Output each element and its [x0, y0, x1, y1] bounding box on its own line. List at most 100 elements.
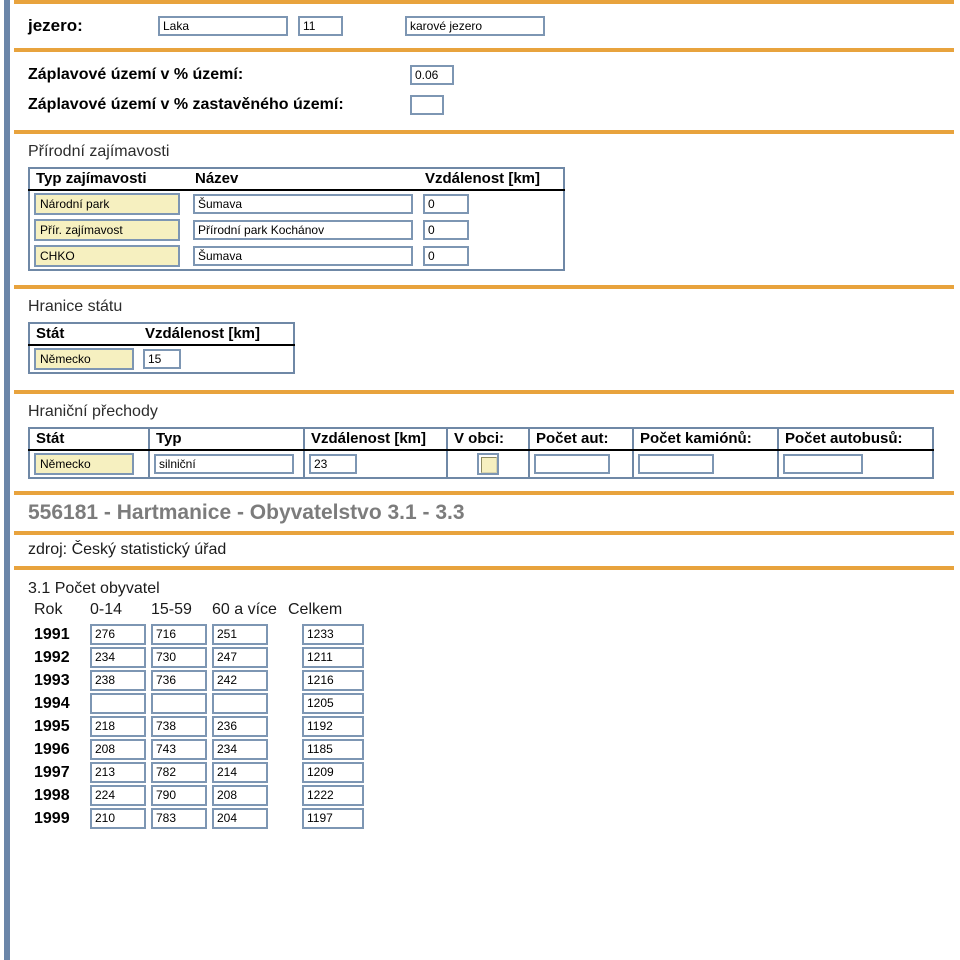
- population-year-cell: 1997: [34, 763, 70, 781]
- population-input-total-6[interactable]: 1209: [302, 762, 364, 783]
- crossings-trucks-input-0[interactable]: [638, 454, 714, 474]
- page-content: jezero: Laka 11 karové jezero Záplavové …: [14, 0, 960, 960]
- nature-type-cell: CHKO: [29, 243, 189, 270]
- population-cell: 730: [151, 646, 212, 669]
- population-input-0-14-6[interactable]: 213: [90, 762, 146, 783]
- population-input-60plus-6[interactable]: 214: [212, 762, 268, 783]
- state-col-state: Stát: [29, 323, 139, 346]
- population-cell: [151, 692, 212, 715]
- population-input-60plus-7[interactable]: 208: [212, 785, 268, 806]
- population-input-total-5[interactable]: 1185: [302, 739, 364, 760]
- population-cell: 236: [212, 715, 288, 738]
- nature-name-input-1[interactable]: Přírodní park Kochánov: [193, 220, 413, 240]
- population-cell: 1197: [288, 807, 364, 830]
- population-input-0-14-7[interactable]: 224: [90, 785, 146, 806]
- nature-dist-cell: 0: [419, 190, 564, 217]
- population-cell: 1192: [288, 715, 364, 738]
- flood-built-row: Záplavové území v % zastavěného území:: [28, 90, 960, 120]
- population-col-0-14: 0-14: [90, 601, 123, 618]
- population-input-60plus-8[interactable]: 204: [212, 808, 268, 829]
- crossings-buses-input-0[interactable]: [783, 454, 863, 474]
- crossings-col-cars: Počet aut:: [529, 428, 634, 451]
- crossings-type-input-0[interactable]: silniční: [154, 454, 294, 474]
- population-input-60plus-2[interactable]: 242: [212, 670, 268, 691]
- population-year-cell: 1994: [34, 694, 70, 712]
- population-input-0-14-1[interactable]: 234: [90, 647, 146, 668]
- population-col-year: Rok: [34, 601, 63, 618]
- population-input-60plus-5[interactable]: 234: [212, 739, 268, 760]
- population-input-total-8[interactable]: 1197: [302, 808, 364, 829]
- population-input-total-3[interactable]: 1205: [302, 693, 364, 714]
- population-input-total-7[interactable]: 1222: [302, 785, 364, 806]
- population-input-total-4[interactable]: 1192: [302, 716, 364, 737]
- table-row: Německo silniční 23: [29, 450, 933, 478]
- population-input-15-59-3[interactable]: [151, 693, 207, 714]
- population-input-15-59-8[interactable]: 783: [151, 808, 207, 829]
- population-input-0-14-2[interactable]: 238: [90, 670, 146, 691]
- flood-block: Záplavové území v % území: 0.06 Záplavov…: [14, 52, 960, 130]
- population-cell: [212, 692, 288, 715]
- lake-name-input[interactable]: Laka: [158, 16, 288, 36]
- population-cell: 214: [212, 761, 288, 784]
- population-cell: 276: [90, 623, 151, 646]
- population-input-total-1[interactable]: 1211: [302, 647, 364, 668]
- table-row: 1994 1205: [28, 692, 364, 715]
- nature-name-input-0[interactable]: Šumava: [193, 194, 413, 214]
- flood-area-label: Záplavové území v % území:: [28, 66, 244, 83]
- population-input-15-59-1[interactable]: 730: [151, 647, 207, 668]
- state-select-0[interactable]: Německo: [34, 348, 134, 370]
- population-input-60plus-0[interactable]: 251: [212, 624, 268, 645]
- crossings-col-buses: Počet autobusů:: [778, 428, 933, 451]
- lake-row: jezero: Laka 11 karové jezero: [14, 4, 960, 48]
- population-input-0-14-0[interactable]: 276: [90, 624, 146, 645]
- population-input-0-14-5[interactable]: 208: [90, 739, 146, 760]
- state-border-table: Stát Vzdálenost [km] Německo 15: [28, 322, 295, 374]
- population-cell: 743: [151, 738, 212, 761]
- nature-type-select-2[interactable]: CHKO: [34, 245, 180, 267]
- state-distance-input-0[interactable]: 15: [143, 349, 181, 369]
- population-table: Rok 0-14 15-59 60 a více Celkem 1991 276…: [28, 601, 364, 830]
- table-row: Německo 15: [29, 345, 294, 373]
- population-input-0-14-4[interactable]: 218: [90, 716, 146, 737]
- population-input-15-59-0[interactable]: 716: [151, 624, 207, 645]
- population-input-60plus-1[interactable]: 247: [212, 647, 268, 668]
- flood-built-input[interactable]: [410, 95, 444, 115]
- nature-distance-input-1[interactable]: 0: [423, 220, 469, 240]
- crossings-trucks-cell: [633, 450, 779, 478]
- lake-number-input[interactable]: 11: [298, 16, 343, 36]
- population-input-total-0[interactable]: 1233: [302, 624, 364, 645]
- population-input-60plus-3[interactable]: [212, 693, 268, 714]
- population-input-15-59-2[interactable]: 736: [151, 670, 207, 691]
- crossings-buses-cell: [778, 450, 933, 478]
- state-border-heading: Hranice státu: [28, 298, 123, 315]
- nature-distance-input-2[interactable]: 0: [423, 246, 469, 266]
- flood-area-row: Záplavové území v % území: 0.06: [28, 60, 960, 90]
- population-cell: 210: [90, 807, 151, 830]
- population-input-15-59-6[interactable]: 782: [151, 762, 207, 783]
- nature-type-select-1[interactable]: Přír. zajímavost: [34, 219, 180, 241]
- nature-distance-input-0[interactable]: 0: [423, 194, 469, 214]
- population-input-15-59-4[interactable]: 738: [151, 716, 207, 737]
- crossings-col-state: Stát: [29, 428, 150, 451]
- crossings-table: Stát Typ Vzdálenost [km] V obci: Počet a…: [28, 427, 934, 479]
- population-input-15-59-5[interactable]: 743: [151, 739, 207, 760]
- flood-area-input[interactable]: 0.06: [410, 65, 454, 85]
- lake-type-input[interactable]: karové jezero: [405, 16, 545, 36]
- population-cell: 738: [151, 715, 212, 738]
- nature-type-cell: Přír. zajímavost: [29, 217, 189, 243]
- population-input-total-2[interactable]: 1216: [302, 670, 364, 691]
- crossings-state-select-0[interactable]: Německo: [34, 453, 134, 475]
- crossings-distance-input-0[interactable]: 23: [309, 454, 357, 474]
- population-year-cell: 1998: [34, 786, 70, 804]
- nature-type-select-0[interactable]: Národní park: [34, 193, 180, 215]
- population-input-0-14-8[interactable]: 210: [90, 808, 146, 829]
- population-input-0-14-3[interactable]: [90, 693, 146, 714]
- population-input-60plus-4[interactable]: 236: [212, 716, 268, 737]
- crossings-in-village-checkbox-0[interactable]: [477, 453, 499, 475]
- crossings-cars-input-0[interactable]: [534, 454, 610, 474]
- table-row: CHKO Šumava 0: [29, 243, 564, 270]
- population-input-15-59-7[interactable]: 790: [151, 785, 207, 806]
- crossings-col-village: V obci:: [447, 428, 530, 451]
- nature-table: Typ zajímavosti Název Vzdálenost [km] Ná…: [28, 167, 565, 271]
- nature-name-input-2[interactable]: Šumava: [193, 246, 413, 266]
